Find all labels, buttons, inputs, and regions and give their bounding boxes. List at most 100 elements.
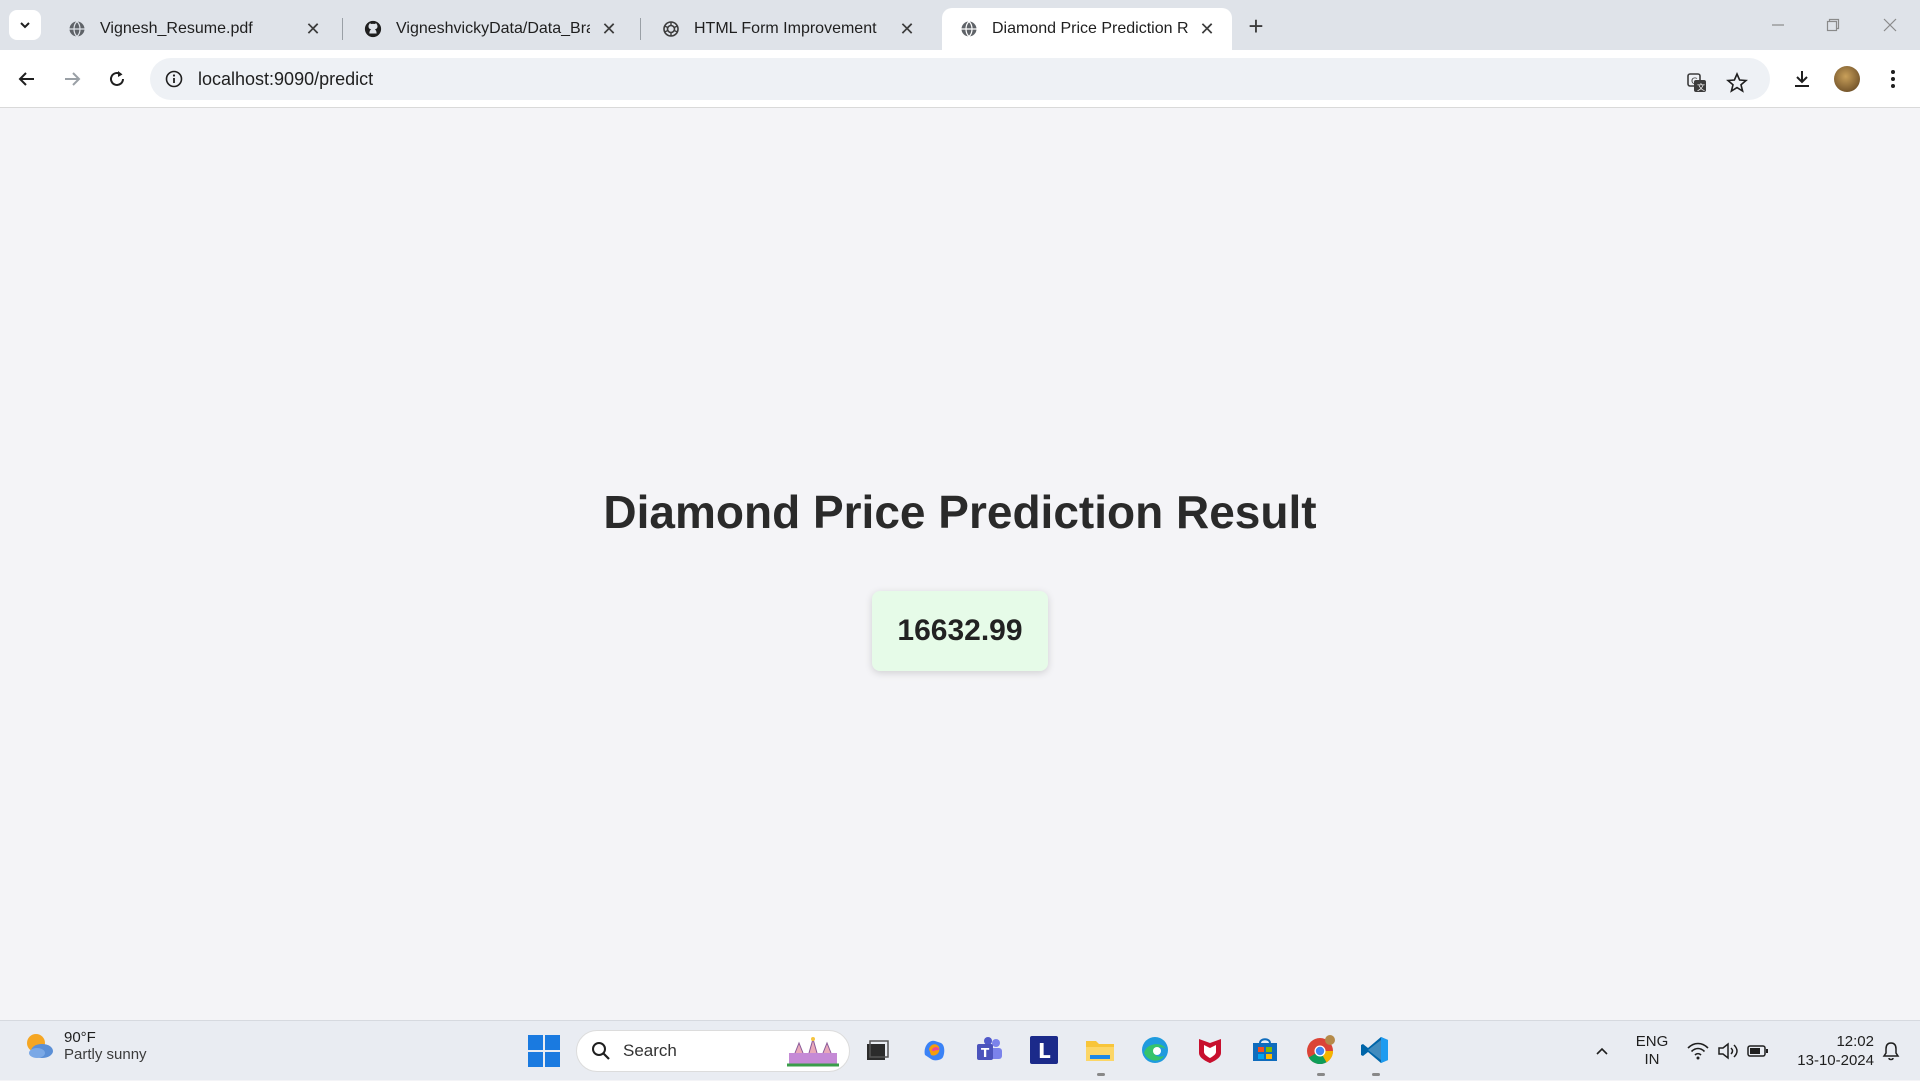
show-hidden-icons-button[interactable] [1590, 1021, 1614, 1081]
teams-icon: T [977, 1037, 1002, 1060]
avatar [1834, 66, 1860, 92]
language-code: ENG [1635, 1033, 1669, 1050]
prediction-result: 16632.99 [872, 591, 1048, 671]
language-region: IN [1644, 1051, 1660, 1068]
browser-toolbar: localhost:9090/predict G文 [0, 50, 1920, 108]
downloads-button[interactable] [1785, 62, 1819, 96]
tab-github[interactable]: VigneshvickyData/Data_Branching ✕ [346, 8, 634, 50]
close-icon[interactable]: ✕ [896, 18, 918, 40]
close-window-button[interactable] [1872, 10, 1908, 40]
mcafee-button[interactable] [1193, 1033, 1227, 1067]
battery-icon [1747, 1045, 1768, 1057]
file-explorer-button[interactable] [1083, 1033, 1117, 1067]
start-button[interactable] [528, 1035, 560, 1067]
wifi-button[interactable] [1684, 1021, 1712, 1081]
tab-divider [640, 18, 641, 40]
partly-sunny-icon [22, 1029, 56, 1063]
tab-search-button[interactable] [9, 10, 41, 40]
back-button[interactable] [10, 62, 44, 96]
clock-date: 13-10-2024 [1797, 1052, 1874, 1069]
vscode-button[interactable] [1358, 1033, 1392, 1067]
reload-button[interactable] [100, 62, 134, 96]
tab-title: HTML Form Improvement [694, 20, 877, 37]
restore-button[interactable] [1815, 10, 1851, 40]
l-app-icon: L [1030, 1036, 1058, 1064]
svg-text:T: T [981, 1046, 990, 1060]
url-text[interactable]: localhost:9090/predict [198, 69, 373, 90]
download-icon [1795, 71, 1809, 87]
language-indicator[interactable]: ENG IN [1630, 1021, 1674, 1081]
folder-icon [1086, 1041, 1114, 1061]
task-view-button[interactable] [860, 1033, 894, 1067]
mcafee-icon [1199, 1039, 1221, 1063]
chrome-button[interactable] [1303, 1033, 1337, 1067]
translate-button[interactable]: G文 [1680, 66, 1714, 100]
windows-logo-tile [545, 1052, 560, 1067]
page-title: Diamond Price Prediction Result [603, 486, 1317, 538]
search-label: Search [623, 1041, 677, 1060]
weather-text: 90°F Partly sunny [64, 1029, 147, 1063]
more-vertical-icon [1891, 70, 1895, 88]
svg-text:L: L [1038, 1039, 1051, 1063]
tab-chatgpt[interactable]: HTML Form Improvement ✕ [644, 8, 932, 50]
copilot-icon [924, 1040, 945, 1061]
windows-logo-tile [528, 1052, 543, 1067]
volume-button[interactable] [1714, 1021, 1742, 1081]
star-icon [1726, 72, 1748, 93]
chevron-down-icon [20, 22, 30, 29]
close-icon[interactable]: ✕ [1196, 18, 1218, 40]
search-icon [592, 1042, 610, 1060]
search-highlight-icon [787, 1037, 839, 1067]
translate-icon: G文 [1687, 73, 1706, 92]
page-content: Diamond Price Prediction Result 16632.99 [0, 109, 1920, 1020]
tab-divider [342, 18, 343, 40]
weather-condition: Partly sunny [64, 1046, 147, 1063]
openai-icon [662, 20, 680, 38]
bell-icon [1882, 1042, 1900, 1061]
tab-title: Vignesh_Resume.pdf [100, 20, 253, 37]
weather-widget[interactable]: 90°F Partly sunny [22, 1029, 147, 1063]
new-tab-button[interactable]: + [1242, 11, 1270, 41]
weather-temperature: 90°F [64, 1029, 96, 1046]
forward-button[interactable] [55, 62, 89, 96]
info-icon[interactable] [164, 69, 184, 89]
l-app-button[interactable]: L [1027, 1033, 1061, 1067]
arrow-left-icon [18, 72, 34, 86]
clock[interactable]: 12:02 13-10-2024 [1780, 1021, 1874, 1081]
close-icon[interactable]: ✕ [598, 18, 620, 40]
tab-diamond-result[interactable]: Diamond Price Prediction Result ✕ [942, 8, 1232, 50]
wifi-icon [1687, 1042, 1709, 1060]
menu-button[interactable] [1876, 62, 1910, 96]
running-indicator [1317, 1073, 1325, 1076]
taskbar: 90°F Partly sunny Search T L ENG IN 12:0… [0, 1020, 1920, 1080]
tab-resume[interactable]: Vignesh_Resume.pdf ✕ [50, 8, 338, 50]
minimize-button[interactable] [1760, 10, 1796, 40]
store-button[interactable] [1248, 1033, 1282, 1067]
windows-logo-tile [545, 1035, 560, 1050]
battery-button[interactable] [1744, 1021, 1772, 1081]
running-indicator [1097, 1073, 1105, 1076]
tab-title: Diamond Price Prediction Result [992, 20, 1188, 37]
close-icon[interactable]: ✕ [302, 18, 324, 40]
address-bar[interactable]: localhost:9090/predict G文 [150, 58, 1770, 100]
arrow-right-icon [65, 72, 81, 86]
globe-icon [960, 20, 978, 38]
edge-icon [1142, 1037, 1168, 1063]
taskbar-search[interactable]: Search [576, 1030, 850, 1072]
minimize-icon [1772, 24, 1784, 26]
clock-time: 12:02 [1836, 1033, 1874, 1050]
copilot-button[interactable] [917, 1033, 951, 1067]
task-view-icon [867, 1040, 889, 1060]
profile-button[interactable] [1830, 62, 1864, 96]
vscode-icon [1361, 1037, 1388, 1063]
edge-button[interactable] [1138, 1033, 1172, 1067]
volume-icon [1718, 1042, 1738, 1060]
notifications-button[interactable] [1876, 1021, 1906, 1081]
reload-icon [110, 71, 124, 86]
bookmark-button[interactable] [1720, 66, 1754, 100]
teams-button[interactable]: T [972, 1033, 1006, 1067]
chrome-icon [1307, 1035, 1335, 1065]
windows-logo-tile [528, 1035, 543, 1050]
chevron-up-icon [1596, 1047, 1608, 1055]
svg-text:文: 文 [1697, 82, 1705, 92]
